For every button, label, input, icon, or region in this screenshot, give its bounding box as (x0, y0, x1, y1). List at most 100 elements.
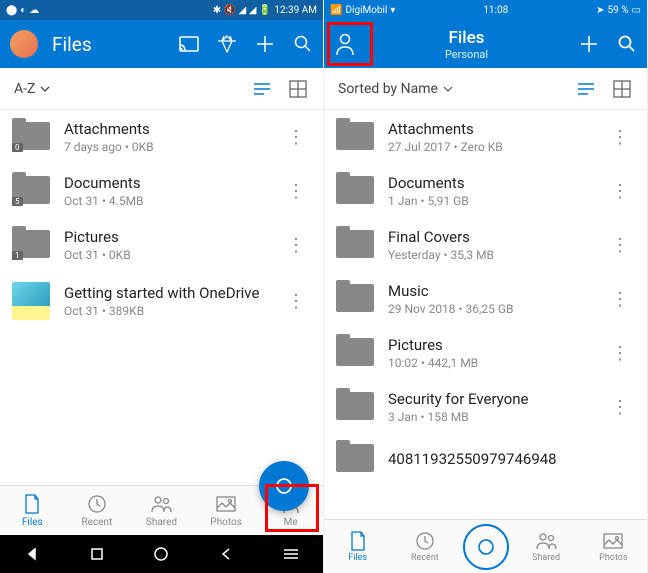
camera-button[interactable] (463, 524, 509, 570)
ios-status-bar: 📶 DigiMobil ▾ 11:08 ➤ 59 % ▭ (324, 0, 647, 20)
more-icon[interactable]: ⋮ (605, 397, 635, 418)
clock-icon (414, 530, 436, 552)
folder-icon: 0 (12, 122, 50, 152)
view-grid-icon[interactable] (611, 78, 633, 100)
list-item[interactable]: Music29 Nov 2018 • 36,25 GB⋮ (324, 272, 647, 326)
status-icon: ☁ (29, 5, 39, 16)
status-icon: ⬤ (6, 5, 17, 16)
list-item[interactable]: Getting started with OneDriveOct 31 • 38… (0, 272, 323, 330)
status-icon: ✱ 🔇 ◢ ◢ 🔋 (213, 5, 272, 16)
signal-icon: 📶 (330, 5, 342, 16)
folder-icon (336, 284, 374, 314)
more-icon[interactable]: ⋮ (281, 181, 311, 202)
page-title: Files (52, 33, 179, 56)
tab-recent[interactable]: Recent (65, 486, 130, 535)
photos-icon (215, 493, 237, 515)
tab-files[interactable]: Files (0, 486, 65, 535)
folder-icon: 1 (12, 230, 50, 260)
search-icon[interactable] (293, 34, 313, 54)
cast-icon[interactable] (179, 34, 199, 54)
sort-dropdown[interactable]: Sorted by Name (338, 81, 561, 97)
folder-icon (336, 122, 374, 152)
tab-photos[interactable]: Photos (194, 486, 259, 535)
tab-files[interactable]: Files (324, 530, 391, 563)
files-icon (21, 493, 43, 515)
ios-phone: 📶 DigiMobil ▾ 11:08 ➤ 59 % ▭ Files Perso… (324, 0, 648, 573)
more-icon[interactable]: ⋮ (281, 235, 311, 256)
folder-icon (336, 230, 374, 260)
more-icon[interactable]: ⋮ (605, 343, 635, 364)
nav-back[interactable] (22, 544, 42, 564)
avatar[interactable] (10, 30, 38, 58)
list-item[interactable]: Final Covers Yesterday • 35,3 MB ⋮ (324, 218, 647, 272)
tab-recent[interactable]: Recent (391, 530, 458, 563)
bottom-tabs: Files Recent Shared Photos (324, 519, 647, 573)
more-icon[interactable]: ⋮ (605, 181, 635, 202)
view-grid-icon[interactable] (287, 78, 309, 100)
search-icon[interactable] (617, 34, 637, 54)
profile-icon[interactable] (334, 34, 354, 54)
premium-icon[interactable] (217, 34, 237, 54)
list-item[interactable]: 5 DocumentsOct 31 • 4.5MB ⋮ (0, 164, 323, 218)
sort-dropdown[interactable]: A-Z (14, 81, 237, 97)
nav-recent[interactable] (87, 544, 107, 564)
more-icon[interactable]: ⋮ (605, 289, 635, 310)
camera-fab[interactable] (259, 461, 309, 511)
add-icon[interactable] (255, 34, 275, 54)
battery-icon: ▭ (632, 5, 641, 16)
file-thumbnail (12, 282, 50, 320)
nav-home[interactable] (151, 544, 171, 564)
view-list-icon[interactable] (251, 78, 273, 100)
item-name: Documents (388, 174, 591, 192)
more-icon[interactable]: ⋮ (281, 127, 311, 148)
page-title: Files (354, 28, 579, 48)
view-list-icon[interactable] (575, 78, 597, 100)
folder-icon (336, 392, 374, 422)
app-header: Files Personal (324, 20, 647, 68)
shared-icon (535, 530, 557, 552)
tab-photos[interactable]: Photos (580, 530, 647, 563)
item-meta: 1 Jan • 5,91 GB (388, 194, 591, 208)
list-item[interactable]: Documents 1 Jan • 5,91 GB ⋮ (324, 164, 647, 218)
item-meta: Oct 31 • 389KB (64, 304, 267, 318)
tab-shared[interactable]: Shared (513, 530, 580, 563)
list-item[interactable]: 40811932550979746948 (324, 434, 647, 484)
status-icon: ◐ (20, 5, 26, 16)
battery-label: 59 % (607, 5, 628, 16)
location-icon: ➤ (596, 5, 604, 16)
item-meta: 10:02 • 442,1 MB (388, 356, 591, 370)
item-meta: Oct 31 • 4.5MB (64, 194, 267, 208)
sort-bar: Sorted by Name (324, 68, 647, 110)
photos-icon (602, 530, 624, 552)
file-list: Attachments27 Jul 2017 • Zero KB⋮ Docume… (324, 110, 647, 519)
item-name: Pictures (64, 228, 267, 246)
folder-icon (336, 444, 374, 474)
app-header: Files (0, 20, 323, 68)
more-icon[interactable]: ⋮ (281, 291, 311, 312)
list-item[interactable]: Security for Everyone3 Jan • 158 MB⋮ (324, 380, 647, 434)
android-phone: ⬤ ◐ ☁ ✱ 🔇 ◢ ◢ 🔋 12:39 AM Files A-Z 0 Att… (0, 0, 324, 573)
list-item[interactable]: Attachments27 Jul 2017 • Zero KB⋮ (324, 110, 647, 164)
nav-menu[interactable] (281, 544, 301, 564)
nav-back-alt[interactable] (216, 544, 236, 564)
item-meta: 29 Nov 2018 • 36,25 GB (388, 302, 591, 316)
android-status-bar: ⬤ ◐ ☁ ✱ 🔇 ◢ ◢ 🔋 12:39 AM (0, 0, 323, 20)
item-name: Final Covers (388, 228, 591, 246)
list-item[interactable]: 1 Pictures Oct 31 • 0KB ⋮ (0, 218, 323, 272)
add-icon[interactable] (579, 34, 599, 54)
folder-icon (336, 338, 374, 368)
list-item[interactable]: Pictures 10:02 • 442,1 MB ⋮ (324, 326, 647, 380)
status-time: 11:08 (483, 5, 508, 16)
more-icon[interactable]: ⋮ (605, 127, 635, 148)
item-meta: Oct 31 • 0KB (64, 248, 267, 262)
carrier-label: DigiMobil (345, 5, 387, 16)
tab-shared[interactable]: Shared (129, 486, 194, 535)
item-meta: Yesterday • 35,3 MB (388, 248, 591, 262)
file-list: 0 Attachments7 days ago • 0KB ⋮ 5 Docume… (0, 110, 323, 485)
more-icon[interactable]: ⋮ (605, 235, 635, 256)
status-time: 12:39 AM (274, 5, 317, 16)
item-meta: 3 Jan • 158 MB (388, 410, 591, 424)
item-name: Pictures (388, 336, 591, 354)
item-meta: 7 days ago • 0KB (64, 140, 267, 154)
list-item[interactable]: 0 Attachments7 days ago • 0KB ⋮ (0, 110, 323, 164)
